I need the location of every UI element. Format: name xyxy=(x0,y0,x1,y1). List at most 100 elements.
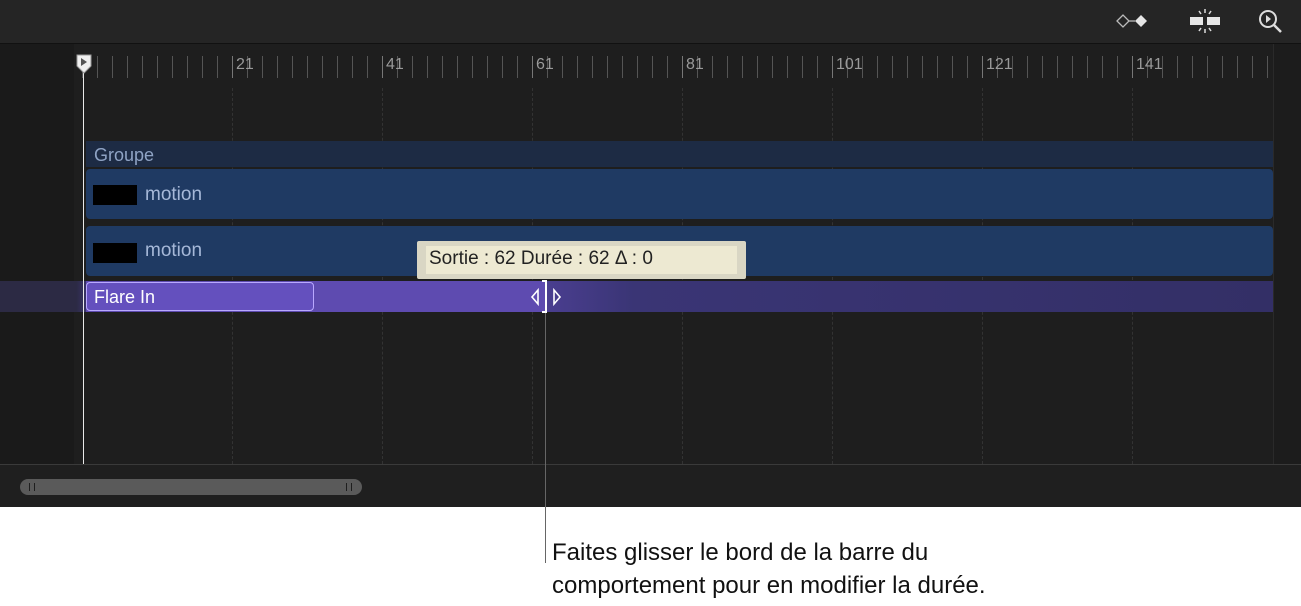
ruler-tick xyxy=(457,56,458,78)
behavior-edge-handle[interactable] xyxy=(541,280,549,313)
ruler-tick xyxy=(292,56,293,78)
ruler-tick xyxy=(1267,56,1268,78)
ruler-tick xyxy=(307,56,308,78)
trim-right-arrow-icon[interactable] xyxy=(551,287,563,307)
ruler-tick xyxy=(607,56,608,78)
ruler-tick xyxy=(967,56,968,78)
ruler-tick xyxy=(802,56,803,78)
ruler-tick xyxy=(652,56,653,78)
scrollbar-left-grip-icon[interactable] xyxy=(29,483,35,491)
ruler-tick xyxy=(952,56,953,78)
layer-label: motion xyxy=(145,184,203,205)
layer-thumbnail xyxy=(93,185,137,205)
ruler-tick xyxy=(232,56,233,78)
ruler-tick xyxy=(832,56,833,78)
ruler-tick xyxy=(97,56,98,78)
ruler-tick xyxy=(922,56,923,78)
ruler-tick xyxy=(1087,56,1088,78)
scrollbar-right-grip-icon[interactable] xyxy=(346,483,352,491)
keyframe-navigation-icon[interactable] xyxy=(1115,6,1149,36)
ruler-tick xyxy=(157,56,158,78)
ruler-tick xyxy=(772,56,773,78)
scroll-area xyxy=(0,464,1301,507)
ruler-tick xyxy=(577,56,578,78)
ruler-tick-label: 121 xyxy=(986,56,1013,73)
layer-thumbnail xyxy=(93,243,137,263)
zoom-icon[interactable] xyxy=(1253,6,1287,36)
trim-tooltip: Sortie : 62 Durée : 62 Δ : 0 xyxy=(417,241,746,279)
ruler-tick xyxy=(727,56,728,78)
ruler-tick xyxy=(337,56,338,78)
ruler-tick xyxy=(532,56,533,78)
timeline-ruler[interactable]: 21 41 61 81 101 121 141 xyxy=(74,44,1274,88)
group-label: Groupe xyxy=(94,145,155,165)
ruler-tick xyxy=(217,56,218,78)
ruler-tick-label: 101 xyxy=(836,56,863,73)
timeline-toolbar xyxy=(0,0,1301,44)
callout-caption: Faites glisser le bord de la barre du co… xyxy=(552,536,986,602)
ruler-tick xyxy=(502,56,503,78)
ruler-tick xyxy=(127,56,128,78)
ruler-tick xyxy=(442,56,443,78)
ruler-tick xyxy=(1132,56,1133,78)
ruler-tick xyxy=(682,56,683,78)
ruler-tick xyxy=(187,56,188,78)
ruler-tick xyxy=(1252,56,1253,78)
ruler-tick xyxy=(1117,56,1118,78)
ruler-tick xyxy=(622,56,623,78)
tooltip-text: Sortie : 62 Durée : 62 Δ : 0 xyxy=(429,248,653,269)
trim-left-arrow-icon[interactable] xyxy=(529,287,541,307)
ruler-tick xyxy=(322,56,323,78)
track-area-edge xyxy=(1273,44,1301,464)
ruler-tick-label: 21 xyxy=(236,56,254,73)
playhead-line xyxy=(83,60,84,464)
ruler-tick-label: 61 xyxy=(536,56,554,73)
ruler-tick-label: 81 xyxy=(686,56,704,73)
ruler-tick xyxy=(1102,56,1103,78)
ruler-tick xyxy=(112,56,113,78)
ruler-tick xyxy=(202,56,203,78)
ruler-tick xyxy=(1042,56,1043,78)
callout-line-2: comportement pour en modifier la durée. xyxy=(552,572,986,599)
horizontal-scrollbar[interactable] xyxy=(20,479,362,495)
layer-track[interactable]: motion xyxy=(86,169,1273,219)
ruler-tick xyxy=(382,56,383,78)
behavior-bar-remainder xyxy=(546,281,1273,312)
ruler-tick xyxy=(637,56,638,78)
ruler-tick xyxy=(742,56,743,78)
ruler-tick xyxy=(1237,56,1238,78)
group-track[interactable]: Groupe xyxy=(86,141,1273,167)
ruler-tick xyxy=(907,56,908,78)
snapping-icon[interactable] xyxy=(1188,6,1222,36)
ruler-tick xyxy=(712,56,713,78)
callout-line xyxy=(545,313,546,563)
ruler-tick xyxy=(1177,56,1178,78)
ruler-tick xyxy=(472,56,473,78)
ruler-tick xyxy=(367,56,368,78)
behavior-name-box[interactable]: Flare In xyxy=(86,282,314,311)
ruler-tick xyxy=(427,56,428,78)
ruler-tick-label: 141 xyxy=(1136,56,1163,73)
track-gutter xyxy=(0,44,74,464)
ruler-tick xyxy=(277,56,278,78)
ruler-tick xyxy=(982,56,983,78)
ruler-tick xyxy=(937,56,938,78)
ruler-tick xyxy=(142,56,143,78)
ruler-tick xyxy=(757,56,758,78)
ruler-tick xyxy=(877,56,878,78)
ruler-tick xyxy=(352,56,353,78)
ruler-tick xyxy=(1027,56,1028,78)
ruler-tick xyxy=(892,56,893,78)
ruler-tick xyxy=(1192,56,1193,78)
ruler-tick xyxy=(487,56,488,78)
ruler-tick xyxy=(817,56,818,78)
ruler-tick xyxy=(667,56,668,78)
ruler-tick xyxy=(1072,56,1073,78)
timeline-window: 21 41 61 81 101 121 141 Groupe motion motion F… xyxy=(0,0,1301,507)
playhead-icon[interactable] xyxy=(75,53,93,75)
ruler-tick xyxy=(787,56,788,78)
ruler-tick xyxy=(1057,56,1058,78)
ruler-tick xyxy=(562,56,563,78)
ruler-tick xyxy=(1222,56,1223,78)
layer-label: motion xyxy=(145,240,203,261)
